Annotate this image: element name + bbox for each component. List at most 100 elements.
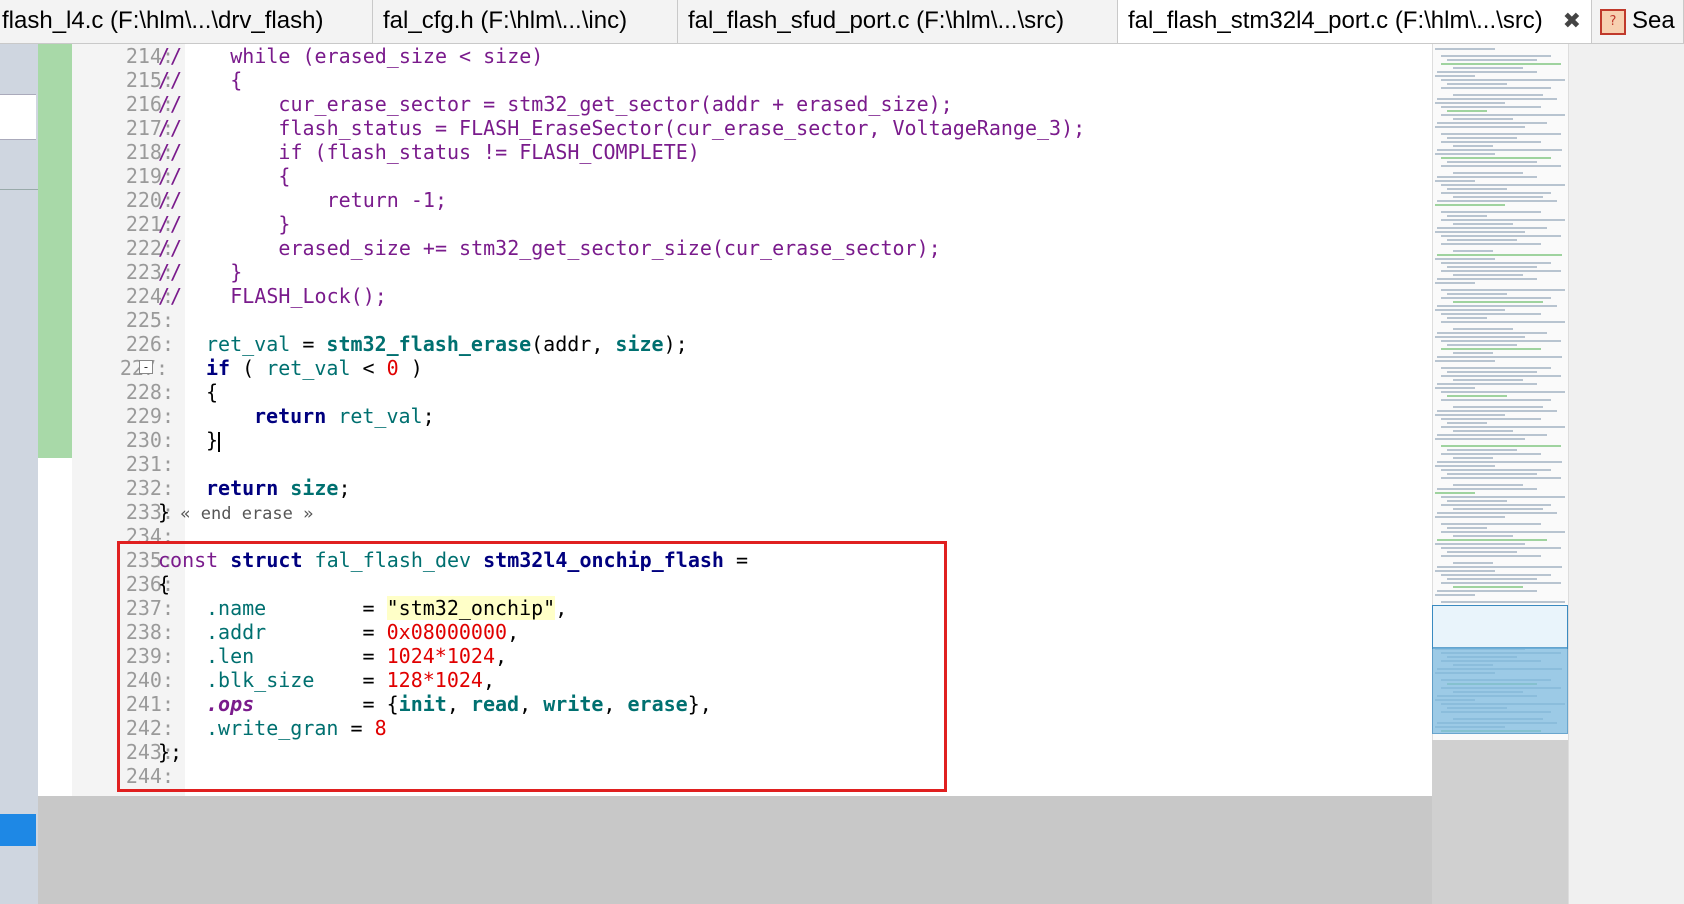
minimap-line [1441,219,1565,221]
comment: // { [158,164,291,188]
minimap-line [1441,399,1551,401]
minimap-line [1435,231,1525,233]
fold-toggle-icon[interactable]: - [139,360,153,374]
member: .len [206,644,255,668]
minimap-line [1435,543,1525,545]
code-editor[interactable]: 214: // while (erased_size < size) 215: … [38,44,1432,854]
code-line: 228: { [38,380,1432,404]
minimap-line [1447,293,1507,295]
minimap-line [1441,348,1541,350]
minimap-line [1453,508,1543,510]
code-line: 219: // { [38,164,1432,188]
number: 0 [386,356,399,380]
side-panel-selected-item[interactable] [0,814,36,846]
tab-fal-flash-sfud-port[interactable]: fal_flash_sfud_port.c (F:\hlm\...\src) [678,0,1118,43]
minimap-line [1437,356,1562,358]
comment: // { [158,68,243,92]
punctuation: , [603,692,628,716]
line-number: 234: [125,524,174,548]
minimap-line [1447,395,1507,397]
brace: { [158,572,171,596]
minimap-line [1447,527,1487,529]
punctuation: , [495,644,508,668]
vertical-scrollbar[interactable] [1568,44,1684,904]
identifier: size [278,476,339,500]
comment: // return -1; [158,188,447,212]
close-icon[interactable]: ✖ [1563,0,1581,41]
punctuation: ; [338,476,351,500]
tab-label: fal_flash_sfud_port.c (F:\hlm\...\src) [688,7,1065,34]
keyword: if [206,356,231,380]
tab-fal-flash-stm32l4-port[interactable]: fal_flash_stm32l4_port.c (F:\hlm\...\src… [1118,0,1592,43]
number: 1024 [446,644,496,668]
minimap-line [1453,172,1523,174]
tab-search[interactable]: ? Sea [1592,0,1684,43]
code-line: 217: // flash_status = FLASH_EraseSector… [38,116,1432,140]
punctuation: , [482,668,496,692]
minimap-line [1453,430,1513,432]
code-line: 231: [38,452,1432,476]
bottom-panel [38,796,1432,904]
member: .ops [206,692,255,716]
line-number: 237: [125,596,174,620]
line-number: 228: [125,380,174,404]
minimap-line [1447,578,1537,580]
code-line: 233: } « end erase » [38,500,1432,524]
minimap-line [1441,63,1561,65]
tab-label: Sea [1632,7,1675,34]
tab-flash-l4[interactable]: flash_l4.c (F:\hlm\...\drv_flash) [0,0,373,43]
line-number: 240: [125,668,174,692]
code-text: } [206,428,221,452]
member: .write_gran [206,716,339,740]
minimap-line [1453,379,1523,381]
minimap-line [1441,184,1565,186]
code-line: 237: .name = "stm32_onchip", [38,596,1432,620]
code-line: 239: .len = 1024*1024, [38,644,1432,668]
tab-label: fal_cfg.h (F:\hlm\...\inc) [383,7,628,34]
identifier: ret_val [206,332,291,356]
minimap-line [1441,133,1561,135]
minimap-line [1441,262,1551,264]
tab-label: flash_l4.c (F:\hlm\...\drv_flash) [2,7,324,34]
minimap-line [1441,243,1541,245]
brace: { [206,380,219,404]
line-number: 241: [125,692,174,716]
comment: // FLASH_Lock(); [158,284,387,308]
line-number: 225: [125,308,174,332]
minimap-line [1441,106,1541,108]
number: 1024 [386,644,435,668]
minimap-line [1441,55,1551,57]
minimap-line [1447,500,1507,502]
minimap-line [1435,570,1495,572]
operator: = [266,620,387,644]
code-line: 232: return size; [38,476,1432,500]
minimap-viewport[interactable] [1432,647,1568,734]
minimap-line [1441,313,1541,315]
minimap-line [1435,282,1475,284]
operator: = [723,548,749,572]
comment: // if (flash_status != FLASH_COMPLETE) [158,140,700,164]
minimap-line [1441,426,1565,428]
tab-fal-cfg[interactable]: fal_cfg.h (F:\hlm\...\inc) [373,0,678,43]
minimap-line [1447,371,1537,373]
function-call: stm32_flash_erase [326,332,532,356]
code-text: .addr = 0x08000000, [206,620,519,644]
minimap-line [1437,590,1537,592]
code-line: 220: // return -1; [38,188,1432,212]
minimap-line [1453,301,1543,303]
minimap-line [1447,317,1487,319]
minimap-line [1441,297,1551,299]
minimap-line [1441,270,1561,272]
code-text: if ( ret_val < 0 ) [206,356,423,380]
operator: = [314,668,387,692]
minimap-line [1437,254,1562,256]
comment: // } [158,260,243,284]
minimap-line [1435,309,1505,311]
operator: = [266,596,387,620]
side-panel-field[interactable] [0,94,36,140]
minimap-line [1441,504,1551,506]
minimap-line [1441,547,1561,549]
minimap-line [1447,551,1517,553]
keyword: return [206,476,279,500]
tab-bar: flash_l4.c (F:\hlm\...\drv_flash) fal_cf… [0,0,1684,44]
